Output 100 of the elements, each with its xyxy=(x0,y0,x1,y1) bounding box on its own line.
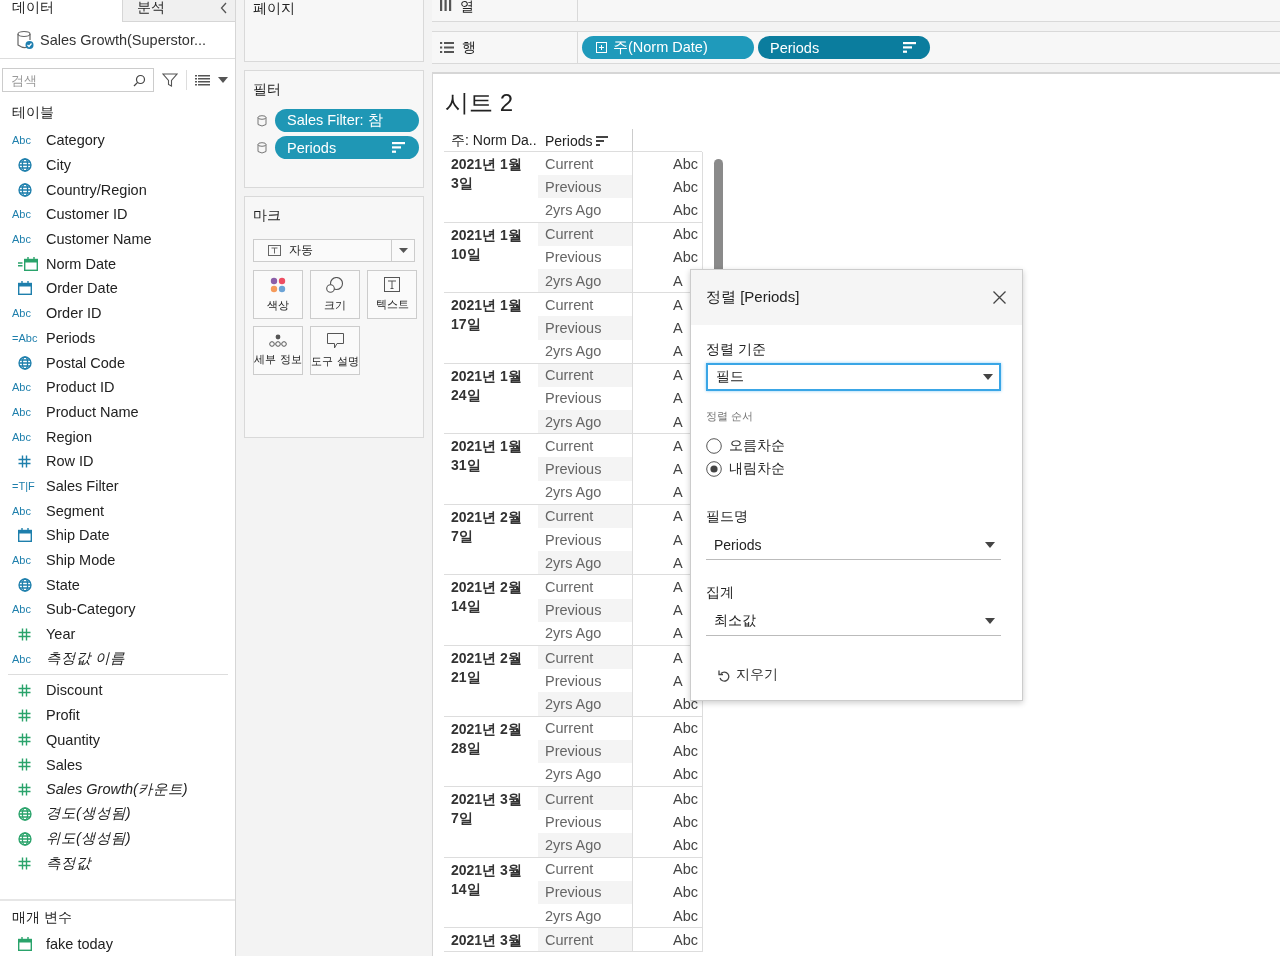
field-name[interactable]: Profit xyxy=(46,707,80,724)
field-name[interactable]: Country/Region xyxy=(46,181,147,198)
field-name[interactable]: Ship Mode xyxy=(46,552,116,569)
field-name[interactable]: Norm Date xyxy=(46,255,117,272)
value-cell: Abc xyxy=(673,249,698,266)
value-cell: A xyxy=(673,319,683,336)
string-type-icon: Abc xyxy=(12,208,31,221)
field-name[interactable]: Sub-Category xyxy=(46,601,136,618)
radio-label[interactable]: 내림차순 xyxy=(729,459,785,478)
value-cell: A xyxy=(673,484,683,501)
string-type-icon: Abc xyxy=(12,554,31,567)
aggregation-dropdown[interactable]: 최소값 xyxy=(706,606,1001,636)
caret-icon[interactable] xyxy=(218,77,228,83)
field-name[interactable]: fake today xyxy=(46,935,113,952)
sort-by-dropdown[interactable]: 필드 xyxy=(706,363,1001,391)
value-cell: Abc xyxy=(673,155,698,172)
radio-button[interactable] xyxy=(706,460,722,477)
sort-icon[interactable] xyxy=(596,136,609,146)
value-cell: Abc xyxy=(673,178,698,195)
caret-icon xyxy=(985,541,995,548)
field-name[interactable]: Postal Code xyxy=(46,354,125,371)
caret-icon xyxy=(398,248,408,253)
date-cell-text: 2021년 3월 7일 xyxy=(451,790,523,829)
field-name[interactable]: Customer Name xyxy=(46,231,152,248)
field-name[interactable]: Region xyxy=(46,428,92,445)
field-name[interactable]: Product Name xyxy=(46,403,139,420)
field-name[interactable]: Year xyxy=(46,626,76,643)
card-title: 마크 xyxy=(252,207,282,225)
date-cell-text: 2021년 2월 21일 xyxy=(451,648,523,687)
field-name[interactable]: Order ID xyxy=(46,305,102,322)
value-cell: A xyxy=(673,367,683,384)
mark-property-button[interactable]: 텍스트 xyxy=(367,270,417,319)
field-name[interactable]: 경도(생성됨) xyxy=(46,804,131,824)
radio-label[interactable]: 오름차순 xyxy=(729,436,785,455)
text-mark-icon xyxy=(384,277,400,292)
field-name[interactable]: City xyxy=(46,157,71,174)
mark-property-button[interactable]: 색상 xyxy=(253,270,303,319)
value-cell: Abc xyxy=(673,720,698,737)
field-name[interactable]: Customer ID xyxy=(46,206,128,223)
field-name[interactable]: Sales Filter xyxy=(46,477,119,494)
period-cell: Previous xyxy=(545,249,602,266)
collapse-icon[interactable] xyxy=(220,2,228,14)
database-icon xyxy=(257,141,267,154)
mark-property-button[interactable]: 도구 설명 xyxy=(310,326,360,375)
card-title: 페이지 xyxy=(252,0,296,18)
field-name[interactable]: 위도(생성됨) xyxy=(46,829,131,849)
period-cell: Previous xyxy=(545,178,602,195)
period-cell: Current xyxy=(545,508,594,525)
period-cell: Previous xyxy=(545,390,602,407)
period-cell: 2yrs Ago xyxy=(545,484,602,501)
period-cell: Current xyxy=(545,226,594,243)
size-circles-icon xyxy=(326,276,344,293)
period-cell: Previous xyxy=(545,884,602,901)
row-pill[interactable]: Periods xyxy=(758,36,930,59)
mark-property-button[interactable]: 세부 정보 xyxy=(253,326,303,375)
value-cell: A xyxy=(673,272,683,289)
search-field[interactable]: 검색 xyxy=(2,68,154,92)
field-name[interactable]: Discount xyxy=(46,682,103,699)
field-name[interactable]: Ship Date xyxy=(46,527,110,544)
caret-icon xyxy=(983,374,993,380)
field-name[interactable]: State xyxy=(46,576,80,593)
field-name[interactable]: Sales xyxy=(46,756,83,773)
period-cell: Current xyxy=(545,578,594,595)
clear-button[interactable]: 지우기 xyxy=(718,666,778,684)
value-cell: Abc xyxy=(673,790,698,807)
string-type-icon: Abc xyxy=(12,233,31,246)
field-name-dropdown[interactable]: Periods xyxy=(706,530,1001,560)
field-name[interactable]: Category xyxy=(46,132,105,149)
column-header[interactable]: Periods xyxy=(538,131,632,151)
value-cell: A xyxy=(673,461,683,478)
field-name[interactable]: Quantity xyxy=(46,731,100,748)
reset-icon xyxy=(718,668,730,682)
datasource-name[interactable]: Sales Growth(Superstor... xyxy=(40,32,206,48)
section-heading: 매개 변수 xyxy=(11,909,73,928)
mark-type-dropdown[interactable]: 자동 xyxy=(253,239,415,262)
pane-tab[interactable]: 분석 xyxy=(122,0,235,22)
search-icon xyxy=(133,74,146,87)
value-cell: A xyxy=(673,602,683,619)
field-name[interactable]: Periods xyxy=(46,329,96,346)
mark-property-button[interactable]: 크기 xyxy=(310,270,360,319)
period-cell: Previous xyxy=(545,743,602,760)
field-name[interactable]: Row ID xyxy=(46,453,94,470)
field-name[interactable]: Sales Growth(카운트) xyxy=(46,779,188,799)
period-cell: 2yrs Ago xyxy=(545,554,602,571)
field-name[interactable]: Product ID xyxy=(46,379,115,396)
rows-icon xyxy=(440,42,454,53)
field-name[interactable]: Order Date xyxy=(46,280,118,297)
sort-icon xyxy=(903,42,916,53)
field-name[interactable]: 측정값 xyxy=(46,853,91,873)
period-cell: Current xyxy=(545,931,594,948)
value-cell: Abc xyxy=(673,766,698,783)
period-cell: 2yrs Ago xyxy=(545,766,602,783)
string-type-icon: =Abc xyxy=(12,331,38,344)
filter-icon[interactable] xyxy=(162,72,178,88)
list-view-icon[interactable] xyxy=(195,74,210,86)
radio-button[interactable] xyxy=(706,437,722,454)
close-icon[interactable] xyxy=(993,291,1006,304)
field-name[interactable]: 측정값 이름 xyxy=(46,649,126,669)
column-header[interactable]: 주: Norm Da.. xyxy=(444,131,538,151)
field-name[interactable]: Segment xyxy=(46,502,105,519)
